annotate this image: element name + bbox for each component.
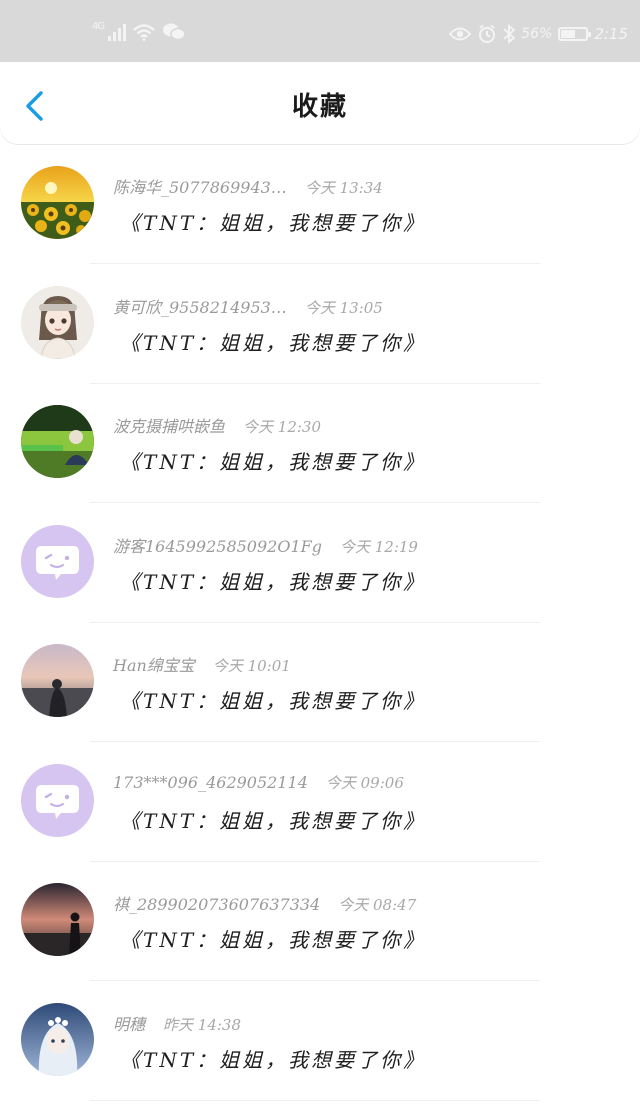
favorite-title[interactable]: 《TNT：姐姐，我想要了你》 bbox=[120, 207, 426, 236]
divider bbox=[90, 502, 540, 503]
list-item[interactable]: 波克摄捕哄嵌鱼今天 12:30 《TNT：姐姐，我想要了你》 bbox=[0, 389, 640, 509]
status-bar-right: 56% 2:15 bbox=[449, 24, 628, 44]
avatar[interactable] bbox=[21, 166, 94, 239]
favorite-title[interactable]: 《TNT：姐姐，我想要了你》 bbox=[120, 685, 426, 714]
timestamp: 今天 12:19 bbox=[340, 538, 418, 556]
list-item[interactable]: 陈海华_5077869943… 今天 13:34 《TNT：姐姐，我想要了你》 bbox=[0, 150, 640, 270]
user-name: 明穗 bbox=[113, 1015, 145, 1034]
network-type: 4G bbox=[92, 21, 104, 32]
user-name: 黄可欣_9558214953… bbox=[113, 298, 287, 317]
timestamp: 今天 13:05 bbox=[305, 299, 383, 317]
user-name: 173***096_4629052114 bbox=[113, 773, 308, 792]
clock: 2:15 bbox=[594, 25, 628, 43]
name-row: 波克摄捕哄嵌鱼今天 12:30 bbox=[113, 413, 321, 437]
favorite-title[interactable]: 《TNT：姐姐，我想要了你》 bbox=[120, 566, 426, 595]
avatar[interactable] bbox=[21, 883, 94, 956]
timestamp: 今天 08:47 bbox=[338, 896, 416, 914]
name-row: 黄可欣_9558214953… 今天 13:05 bbox=[113, 294, 383, 318]
list-item[interactable]: 祺_289902073607637334 今天 08:47 《TNT：姐姐，我想要了… bbox=[0, 867, 640, 987]
favorite-title[interactable]: 《TNT：姐姐，我想要了你》 bbox=[120, 327, 426, 356]
favorite-title[interactable]: 《TNT：姐姐，我想要了你》 bbox=[120, 1044, 426, 1073]
battery-percent: 56% bbox=[521, 26, 552, 42]
divider bbox=[90, 383, 540, 384]
timestamp: 昨天 14:38 bbox=[163, 1016, 241, 1034]
status-bar-left: 4G bbox=[92, 22, 186, 42]
name-row: 173***096_4629052114 今天 09:06 bbox=[113, 772, 404, 793]
name-row: 陈海华_5077869943… 今天 13:34 bbox=[113, 174, 383, 198]
favorites-list: 陈海华_5077869943…今天 13:34《TNT：姐姐，我想要了你》黄可欣… bbox=[0, 150, 640, 1106]
favorite-title[interactable]: 《TNT：姐姐，我想要了你》 bbox=[120, 446, 426, 475]
avatar[interactable] bbox=[21, 1003, 94, 1076]
status-bar: 4G 56% 2:15 bbox=[0, 0, 640, 62]
divider bbox=[90, 263, 540, 264]
battery-icon bbox=[558, 27, 588, 41]
user-name: 陈海华_5077869943… bbox=[113, 178, 287, 197]
page-title: 收藏 bbox=[0, 86, 640, 123]
eye-icon bbox=[449, 26, 471, 42]
user-name: 游客1645992585092O1Fg bbox=[113, 537, 322, 556]
timestamp: 今天 10:01 bbox=[213, 657, 291, 675]
timestamp: 今天 12:30 bbox=[243, 418, 321, 436]
avatar[interactable] bbox=[21, 286, 94, 359]
divider bbox=[90, 980, 540, 981]
header: 收藏 bbox=[0, 62, 640, 144]
name-row: 祺_289902073607637334 今天 08:47 bbox=[113, 891, 416, 915]
alarm-icon bbox=[477, 24, 497, 44]
wifi-icon bbox=[132, 23, 156, 41]
signal-icon bbox=[108, 23, 126, 41]
wechat-icon bbox=[162, 22, 186, 42]
bluetooth-icon bbox=[503, 24, 515, 44]
avatar[interactable] bbox=[21, 405, 94, 478]
user-name: 波克摄捕哄嵌鱼 bbox=[113, 417, 225, 436]
list-item[interactable]: 173***096_4629052114 今天 09:06 《TNT：姐姐，我想要了… bbox=[0, 748, 640, 868]
avatar[interactable] bbox=[21, 764, 94, 837]
timestamp: 今天 09:06 bbox=[326, 774, 404, 792]
user-name: Han绵宝宝 bbox=[113, 656, 195, 675]
list-item[interactable]: 明穗昨天 14:38 《TNT：姐姐，我想要了你》 bbox=[0, 987, 640, 1106]
divider bbox=[90, 741, 540, 742]
avatar[interactable] bbox=[21, 525, 94, 598]
divider bbox=[90, 622, 540, 623]
favorite-title[interactable]: 《TNT：姐姐，我想要了你》 bbox=[120, 924, 426, 953]
timestamp: 今天 13:34 bbox=[305, 179, 383, 197]
list-item[interactable]: 游客1645992585092O1Fg 今天 12:19 《TNT：姐姐，我想要了你… bbox=[0, 509, 640, 629]
name-row: Han绵宝宝今天 10:01 bbox=[113, 652, 291, 676]
name-row: 明穗昨天 14:38 bbox=[113, 1011, 241, 1035]
list-item[interactable]: 黄可欣_9558214953… 今天 13:05 《TNT：姐姐，我想要了你》 bbox=[0, 270, 640, 390]
avatar[interactable] bbox=[21, 644, 94, 717]
favorite-title[interactable]: 《TNT：姐姐，我想要了你》 bbox=[120, 805, 426, 834]
divider bbox=[90, 861, 540, 862]
list-item[interactable]: Han绵宝宝今天 10:01 《TNT：姐姐，我想要了你》 bbox=[0, 628, 640, 748]
divider bbox=[90, 1100, 540, 1101]
name-row: 游客1645992585092O1Fg 今天 12:19 bbox=[113, 533, 418, 557]
user-name: 祺_289902073607637334 bbox=[113, 895, 320, 914]
